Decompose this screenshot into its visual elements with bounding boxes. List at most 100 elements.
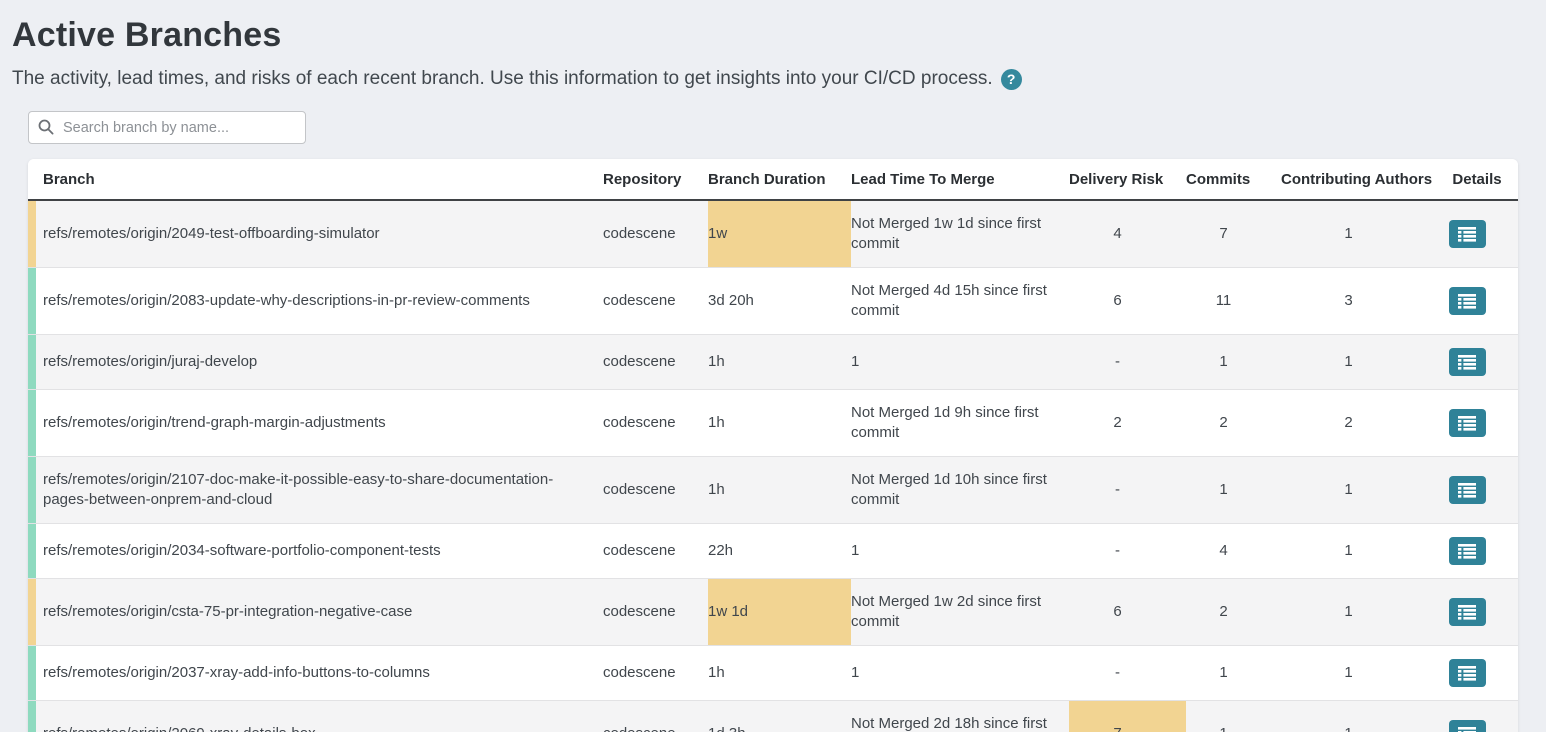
list-icon [1458, 416, 1476, 431]
delivery-risk: 6 [1069, 268, 1186, 335]
branch-name-text: refs/remotes/origin/2049-test-offboardin… [43, 225, 380, 242]
commits-count: 4 [1186, 524, 1281, 579]
branch-name: refs/remotes/origin/2049-test-offboardin… [28, 200, 603, 268]
row-status-stripe [28, 390, 36, 456]
details-cell [1436, 268, 1518, 335]
details-cell [1436, 200, 1518, 268]
repository-name: codescene [603, 646, 708, 701]
details-button[interactable] [1449, 409, 1486, 437]
commits-count: 2 [1186, 390, 1281, 457]
list-icon [1458, 544, 1476, 559]
branch-name-text: refs/remotes/origin/2083-update-why-desc… [43, 292, 530, 309]
branch-name-text: refs/remotes/origin/csta-75-pr-integrati… [43, 603, 412, 620]
details-button[interactable] [1449, 287, 1486, 315]
commits-count: 7 [1186, 200, 1281, 268]
delivery-risk: 7 [1069, 701, 1186, 732]
search-input[interactable] [28, 111, 306, 144]
column-header-delivery-risk: Delivery Risk [1069, 159, 1186, 200]
row-status-stripe [28, 268, 36, 334]
delivery-risk: - [1069, 524, 1186, 579]
table-row: refs/remotes/origin/2083-update-why-desc… [28, 268, 1518, 335]
column-header-details: Details [1436, 159, 1518, 200]
contributing-authors-count: 1 [1281, 524, 1436, 579]
branch-duration: 1w 1d [708, 579, 851, 646]
branch-name-text: refs/remotes/origin/2037-xray-add-info-b… [43, 664, 430, 681]
column-header-branch: Branch [28, 159, 603, 200]
contributing-authors-count: 1 [1281, 457, 1436, 524]
list-icon [1458, 294, 1476, 309]
table-row: refs/remotes/origin/csta-75-pr-integrati… [28, 579, 1518, 646]
lead-time-to-merge: 1 [851, 524, 1069, 579]
row-status-stripe [28, 457, 36, 523]
lead-time-to-merge: Not Merged 1w 1d since first commit [851, 200, 1069, 268]
branch-name: refs/remotes/origin/juraj-develop [28, 335, 603, 390]
branch-name-text: refs/remotes/origin/trend-graph-margin-a… [43, 414, 386, 431]
commits-count: 11 [1186, 268, 1281, 335]
branch-duration: 1h [708, 390, 851, 457]
contributing-authors-count: 2 [1281, 390, 1436, 457]
contributing-authors-count: 1 [1281, 579, 1436, 646]
help-icon[interactable]: ? [1001, 69, 1022, 90]
branch-name-text: refs/remotes/origin/2069-xray-details-bo… [43, 725, 316, 732]
repository-name: codescene [603, 268, 708, 335]
branch-duration: 1h [708, 335, 851, 390]
branch-name-text: refs/remotes/origin/2107-doc-make-it-pos… [43, 471, 553, 508]
details-cell [1436, 579, 1518, 646]
table-header-row: Branch Repository Branch Duration Lead T… [28, 159, 1518, 200]
branch-duration: 22h [708, 524, 851, 579]
repository-name: codescene [603, 524, 708, 579]
delivery-risk: 2 [1069, 390, 1186, 457]
details-cell [1436, 524, 1518, 579]
branch-name: refs/remotes/origin/csta-75-pr-integrati… [28, 579, 603, 646]
branch-duration: 1h [708, 646, 851, 701]
list-icon [1458, 227, 1476, 242]
repository-name: codescene [603, 390, 708, 457]
details-button[interactable] [1449, 537, 1486, 565]
search-box [28, 111, 306, 144]
details-cell [1436, 701, 1518, 732]
row-status-stripe [28, 701, 36, 732]
branch-name-text: refs/remotes/origin/juraj-develop [43, 353, 257, 370]
column-header-commits: Commits [1186, 159, 1281, 200]
list-icon [1458, 666, 1476, 681]
details-button[interactable] [1449, 220, 1486, 248]
delivery-risk: - [1069, 646, 1186, 701]
branch-duration: 1d 3h [708, 701, 851, 732]
details-cell [1436, 646, 1518, 701]
branches-table: Branch Repository Branch Duration Lead T… [28, 159, 1518, 732]
column-header-branch-duration: Branch Duration [708, 159, 851, 200]
details-cell [1436, 390, 1518, 457]
details-button[interactable] [1449, 659, 1486, 687]
column-header-repository: Repository [603, 159, 708, 200]
table-row: refs/remotes/origin/juraj-develop codesce… [28, 335, 1518, 390]
list-icon [1458, 605, 1476, 620]
lead-time-to-merge: Not Merged 1d 9h since first commit [851, 390, 1069, 457]
commits-count: 1 [1186, 457, 1281, 524]
row-status-stripe [28, 524, 36, 578]
commits-count: 1 [1186, 646, 1281, 701]
row-status-stripe [28, 201, 36, 267]
table-row: refs/remotes/origin/trend-graph-margin-a… [28, 390, 1518, 457]
details-button[interactable] [1449, 348, 1486, 376]
details-cell [1436, 335, 1518, 390]
column-header-lead-time-to-merge: Lead Time To Merge [851, 159, 1069, 200]
repository-name: codescene [603, 335, 708, 390]
details-button[interactable] [1449, 476, 1486, 504]
page-subtitle: The activity, lead times, and risks of e… [12, 68, 1546, 90]
page-subtitle-text: The activity, lead times, and risks of e… [12, 68, 993, 90]
commits-count: 1 [1186, 335, 1281, 390]
repository-name: codescene [603, 579, 708, 646]
contributing-authors-count: 1 [1281, 701, 1436, 732]
delivery-risk: 6 [1069, 579, 1186, 646]
branch-name: refs/remotes/origin/2037-xray-add-info-b… [28, 646, 603, 701]
lead-time-to-merge: 1 [851, 335, 1069, 390]
details-cell [1436, 457, 1518, 524]
column-header-contributing-authors: Contributing Authors [1281, 159, 1436, 200]
contributing-authors-count: 1 [1281, 646, 1436, 701]
details-button[interactable] [1449, 598, 1486, 626]
delivery-risk: - [1069, 457, 1186, 524]
details-button[interactable] [1449, 720, 1486, 732]
repository-name: codescene [603, 200, 708, 268]
branch-name: refs/remotes/origin/trend-graph-margin-a… [28, 390, 603, 457]
repository-name: codescene [603, 701, 708, 732]
